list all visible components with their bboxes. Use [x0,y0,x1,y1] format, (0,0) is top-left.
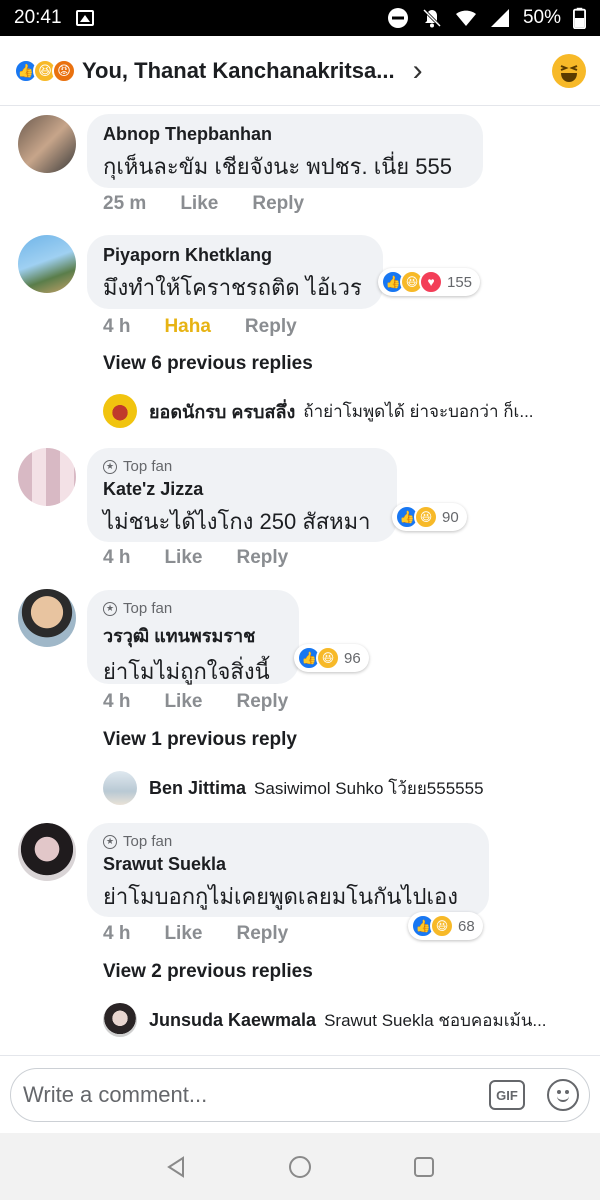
reactions-header[interactable]: 👍 😆 😡 You, Thanat Kanchanakritsa... › [0,36,600,106]
my-haha-reaction-icon[interactable] [552,53,586,88]
avatar[interactable] [18,115,76,173]
reply-link[interactable]: Reply [236,691,288,713]
comment-input[interactable] [23,1082,489,1108]
comment-author[interactable]: วรวุฒิ แทนพรมราช [103,621,283,650]
home-icon[interactable] [288,1155,312,1179]
reaction-count: 155 [447,273,473,291]
avatar[interactable] [103,771,137,805]
recents-icon[interactable] [412,1155,436,1179]
comment-actions: 4 h Like Reply [103,923,322,945]
reply-link[interactable]: Reply [252,193,304,215]
image-notification-icon [75,10,94,26]
comment-time: 25 m [103,193,147,214]
reply-author[interactable]: Junsuda Kaewmala [149,1010,316,1031]
comment-author[interactable]: Srawut Suekla [103,854,473,875]
system-nav-bar [0,1133,600,1200]
comment-actions: 4 h Like Reply [103,691,322,713]
chevron-right-icon[interactable]: › [413,54,423,88]
battery-icon [573,7,586,29]
avatar[interactable] [103,394,137,428]
avatar[interactable] [18,823,76,881]
top-fan-badge: ★ Top fan [103,600,283,617]
reply-text: ถ้าย่าโมพูดได้ ย่าจะบอกว่า ก็เ... [303,401,534,421]
avatar[interactable] [103,1003,137,1037]
like-link[interactable]: Like [164,547,202,569]
reaction-count-badge[interactable]: 👍 😆 68 [408,912,483,940]
haha-reaction-icon: 😆 [430,914,454,938]
reply-link[interactable]: Reply [245,316,297,338]
notifications-off-icon [422,8,442,28]
star-icon: ★ [103,459,117,474]
comment-actions: 25 m Like Reply [103,193,338,215]
back-icon[interactable] [164,1155,188,1179]
like-link[interactable]: Like [180,193,218,215]
reply-text: Sasiwimol Suhko โว้ยย555555 [254,778,484,798]
view-previous-replies[interactable]: View 6 previous replies [103,353,313,375]
avatar[interactable] [18,589,76,647]
reaction-count-badge[interactable]: 👍 😆 ♥ 155 [378,268,481,296]
view-previous-replies[interactable]: View 1 previous reply [103,729,297,751]
reactors-title[interactable]: You, Thanat Kanchanakritsa... [82,58,395,84]
comment-text: ย่าโมไม่ถูกใจสิ่งนี้ [103,659,270,684]
reply-link[interactable]: Reply [236,923,288,945]
reaction-count-badge[interactable]: 👍 😆 96 [294,644,369,672]
top-fan-badge: ★ Top fan [103,833,473,850]
comment-author[interactable]: Abnop Thepbanhan [103,124,467,145]
comment-actions: 4 h Haha Reply [103,316,331,338]
reply-preview[interactable]: Ben Jittima Sasiwimol Suhko โว้ยย555555 [103,771,573,805]
reaction-count: 68 [458,917,475,935]
wifi-icon [455,10,476,26]
reply-author[interactable]: Ben Jittima [149,778,246,799]
comment-bubble[interactable]: Abnop Thepbanhan กุเห็นละขัม เชียจังนะ พ… [87,114,483,188]
haha-link[interactable]: Haha [164,316,210,338]
reaction-count: 96 [344,649,361,667]
gif-button[interactable]: GIF [489,1080,525,1110]
haha-reaction-icon: 😆 [316,646,340,670]
status-bar: 20:41 50% [0,0,600,36]
comment-time: 4 h [103,923,131,944]
love-reaction-icon: ♥ [419,270,443,294]
reaction-summary: 👍 😆 😡 [14,58,76,83]
reply-preview[interactable]: Junsuda Kaewmala Srawut Suekla ชอบคอมเม้… [103,1003,573,1037]
comment-text: ไม่ชนะได้ไงโกง 250 สัสหมา [103,509,371,534]
like-link[interactable]: Like [164,923,202,945]
like-link[interactable]: Like [164,691,202,713]
composer-box[interactable]: GIF [10,1068,590,1122]
comment-bubble[interactable]: ★ Top fan Kate'z Jizza ไม่ชนะได้ไงโกง 250… [87,448,397,542]
angry-reaction-icon: 😡 [52,58,76,83]
comment-time: 4 h [103,691,131,712]
reaction-count: 90 [442,508,459,526]
emoji-button[interactable] [547,1079,579,1111]
comment-text: มึงทำให้โคราชรถติด ไอ้เวร [103,275,362,300]
comment-author[interactable]: Piyaporn Khetklang [103,245,367,266]
do-not-disturb-icon [387,8,408,28]
comment-author[interactable]: Kate'z Jizza [103,479,381,500]
comment-text: กุเห็นละขัม เชียจังนะ พปชร. เนี่ย 555 [103,154,452,179]
star-icon: ★ [103,834,117,849]
status-time: 20:41 [14,7,62,28]
comment-bubble[interactable]: Piyaporn Khetklang มึงทำให้โคราชรถติด ไอ… [87,235,383,309]
signal-icon [490,9,509,27]
avatar[interactable] [18,235,76,293]
view-previous-replies[interactable]: View 2 previous replies [103,961,313,983]
reply-author[interactable]: ยอดนักรบ ครบสลึ่ง [149,397,295,426]
comment-bubble[interactable]: ★ Top fan วรวุฒิ แทนพรมราช ย่าโมไม่ถูกใจส… [87,590,299,684]
haha-reaction-icon: 😆 [414,505,438,529]
comment-text: ย่าโมบอกกูไม่เคยพูดเลยมโนกันไปเอง [103,884,458,909]
status-icons: 50% [387,7,586,29]
top-fan-badge: ★ Top fan [103,458,381,475]
reply-text: Srawut Suekla ชอบคอมเม้น... [324,1010,547,1030]
star-icon: ★ [103,601,117,616]
comment-composer: GIF [0,1055,600,1133]
comment-bubble[interactable]: ★ Top fan Srawut Suekla ย่าโมบอกกูไม่เคยพ… [87,823,489,917]
comment-time: 4 h [103,316,131,337]
reply-link[interactable]: Reply [236,547,288,569]
reaction-count-badge[interactable]: 👍 😆 90 [392,503,467,531]
comment-time: 4 h [103,547,131,568]
avatar[interactable] [18,448,76,506]
comment-actions: 4 h Like Reply [103,547,322,569]
battery-percent: 50% [522,7,561,28]
reply-preview[interactable]: ยอดนักรบ ครบสลึ่ง ถ้าย่าโมพูดได้ ย่าจะบอ… [103,394,573,428]
